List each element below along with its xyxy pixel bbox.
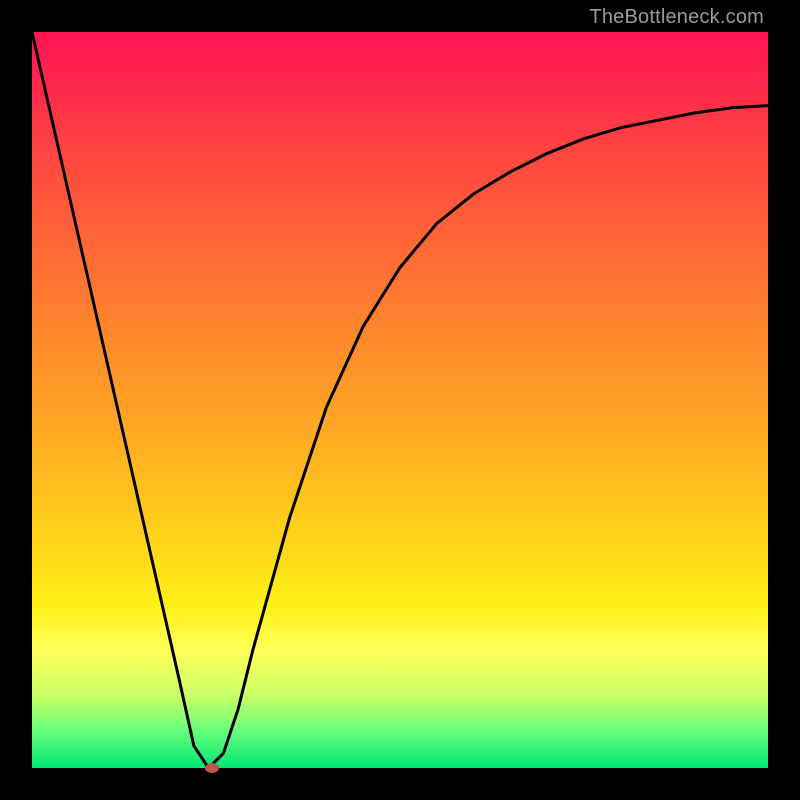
watermark-text: TheBottleneck.com [589, 6, 764, 29]
chart-frame: TheBottleneck.com [0, 0, 800, 800]
optimal-point-marker [205, 763, 219, 773]
bottleneck-curve [32, 32, 768, 768]
plot-area [32, 32, 768, 768]
